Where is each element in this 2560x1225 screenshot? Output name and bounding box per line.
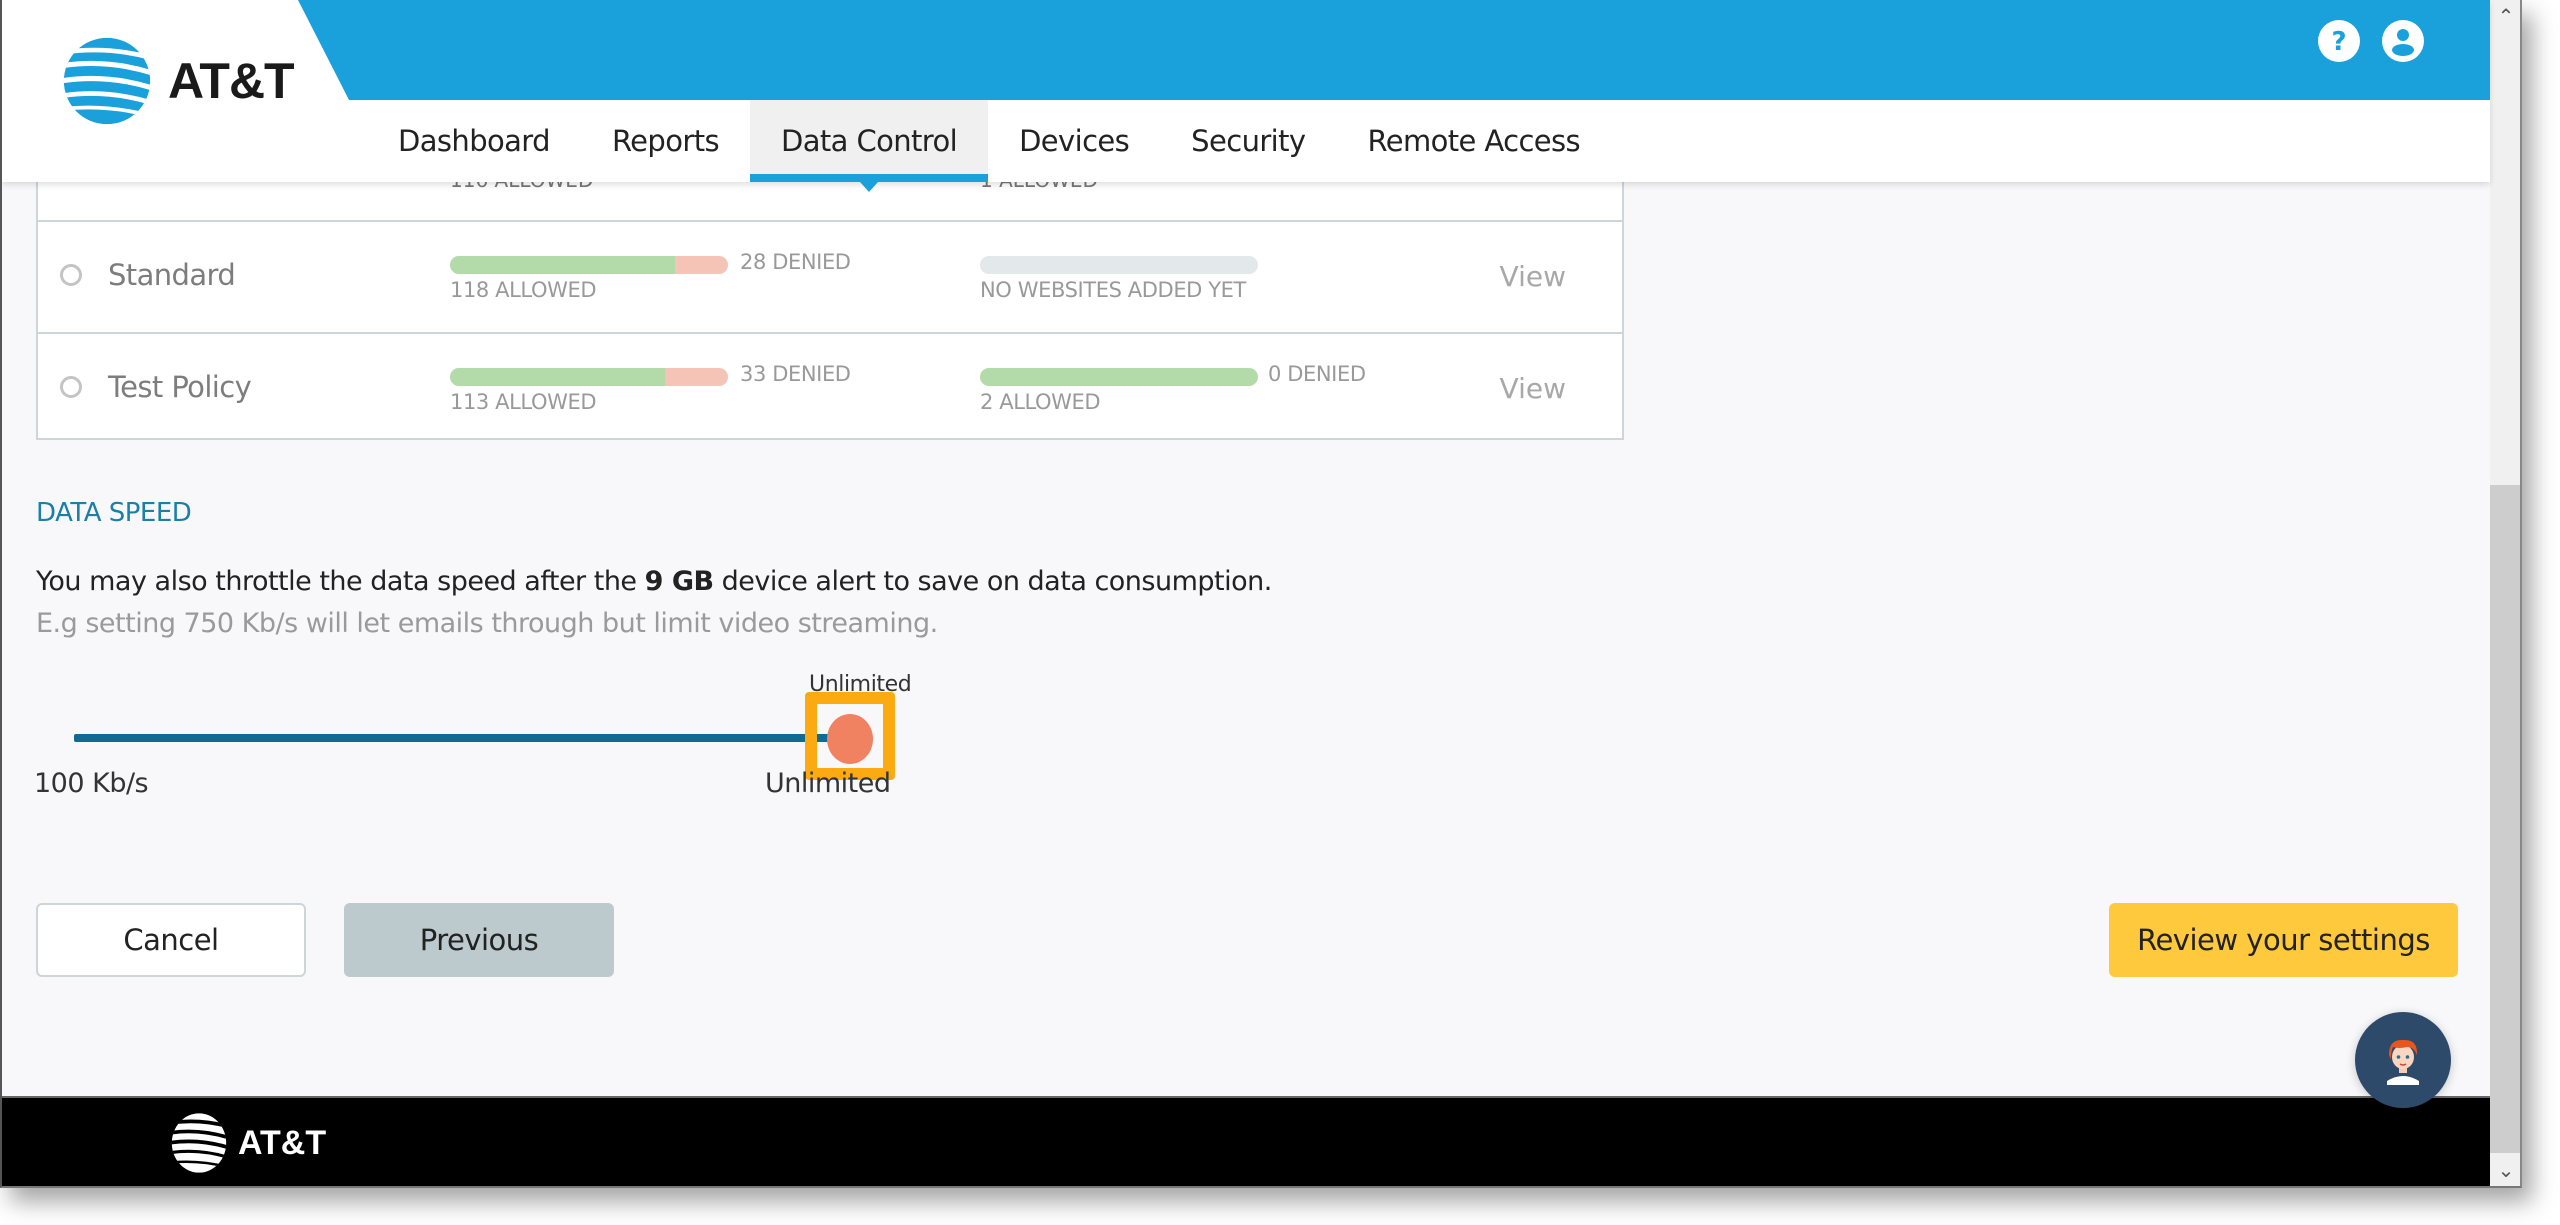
svg-text:?: ?: [2331, 27, 2346, 57]
websites-bar-empty: [980, 256, 1258, 274]
data-speed-title: DATA SPEED: [36, 498, 192, 528]
policy-table: 116 ALLOWED 1 ALLOWED Standard 28 DENIED…: [36, 140, 1624, 440]
question-circle-icon: ?: [2319, 21, 2359, 61]
websites-allowed-label: 2 ALLOWED: [980, 390, 1101, 414]
nav-reports[interactable]: Reports: [581, 100, 750, 182]
att-globe-icon: [63, 37, 151, 125]
policy-row: Test Policy 33 DENIED 113 ALLOWED 0 DENI…: [38, 334, 1622, 444]
desc-prefix: You may also throttle the data speed aft…: [36, 566, 645, 597]
footer-logo[interactable]: AT&T: [168, 1110, 326, 1176]
nav-dashboard[interactable]: Dashboard: [367, 100, 581, 182]
nav-devices[interactable]: Devices: [988, 100, 1160, 182]
chat-assistant-button[interactable]: [2355, 1012, 2451, 1108]
slider-min-label: 100 Kb/s: [34, 768, 149, 799]
att-globe-icon: [171, 1113, 227, 1173]
review-settings-button[interactable]: Review your settings: [2109, 903, 2458, 977]
slider-max-label: Unlimited: [765, 768, 891, 799]
allowed-segment: [450, 368, 666, 386]
speed-slider-track[interactable]: [74, 734, 850, 742]
scrollbar-thumb[interactable]: [2490, 485, 2520, 1153]
nav-security[interactable]: Security: [1160, 100, 1336, 182]
speed-slider-thumb[interactable]: [827, 714, 873, 764]
categories-allowed-label: 113 ALLOWED: [450, 390, 597, 414]
vertical-scrollbar[interactable]: ⌃ ⌄: [2490, 0, 2520, 1186]
footer-logo-text: AT&T: [238, 1123, 327, 1162]
main-nav: Dashboard Reports Data Control Devices S…: [367, 100, 1611, 192]
page-footer: AT&T: [2, 1096, 2490, 1186]
policy-radio[interactable]: [60, 264, 82, 286]
categories-allowed-label: 118 ALLOWED: [450, 278, 597, 302]
categories-bar: [450, 256, 728, 274]
account-icon[interactable]: [2382, 20, 2424, 62]
denied-segment: [674, 256, 728, 274]
nav-data-control[interactable]: Data Control: [749, 100, 989, 192]
header-blue-band: [298, 0, 2490, 100]
scroll-up-arrow-icon[interactable]: ⌃: [2490, 0, 2520, 32]
desc-suffix: device alert to save on data consumption…: [713, 566, 1273, 597]
policy-name: Test Policy: [108, 370, 252, 404]
help-icon[interactable]: ?: [2318, 20, 2360, 62]
websites-denied-label: 0 DENIED: [1268, 362, 1366, 386]
categories-denied-label: 33 DENIED: [740, 362, 851, 386]
data-speed-hint: E.g setting 750 Kb/s will let emails thr…: [36, 608, 938, 639]
assistant-avatar-icon: [2387, 1039, 2419, 1085]
categories-bar: [450, 368, 728, 386]
top-header: AT&T ? Dashboard Reports Data Control De…: [2, 0, 2490, 192]
allowed-segment: [450, 256, 675, 274]
policy-name: Standard: [108, 258, 236, 292]
logo-text: AT&T: [168, 53, 295, 109]
view-policy-link[interactable]: View: [1500, 372, 1566, 405]
websites-status-label: NO WEBSITES ADDED YET: [980, 278, 1246, 302]
header-icons: ?: [2318, 20, 2424, 62]
att-logo[interactable]: AT&T: [60, 34, 295, 128]
websites-bar: [980, 368, 1258, 386]
slider-value-tooltip: Unlimited: [809, 672, 912, 697]
data-speed-description: You may also throttle the data speed aft…: [36, 566, 1272, 597]
user-circle-icon: [2383, 21, 2423, 61]
policy-radio[interactable]: [60, 376, 82, 398]
previous-button[interactable]: Previous: [344, 903, 614, 977]
data-alert-amount: 9 GB: [644, 566, 714, 597]
scroll-down-arrow-icon[interactable]: ⌄: [2490, 1154, 2520, 1186]
policy-row: Standard 28 DENIED 118 ALLOWED NO WEBSIT…: [38, 222, 1622, 334]
view-policy-link[interactable]: View: [1500, 260, 1566, 293]
nav-remote-access[interactable]: Remote Access: [1336, 100, 1611, 182]
browser-window: AT&T ? Dashboard Reports Data Control De…: [0, 0, 2522, 1188]
denied-segment: [665, 368, 728, 386]
cancel-button[interactable]: Cancel: [36, 903, 306, 977]
categories-denied-label: 28 DENIED: [740, 250, 851, 274]
allowed-segment: [980, 368, 1258, 386]
